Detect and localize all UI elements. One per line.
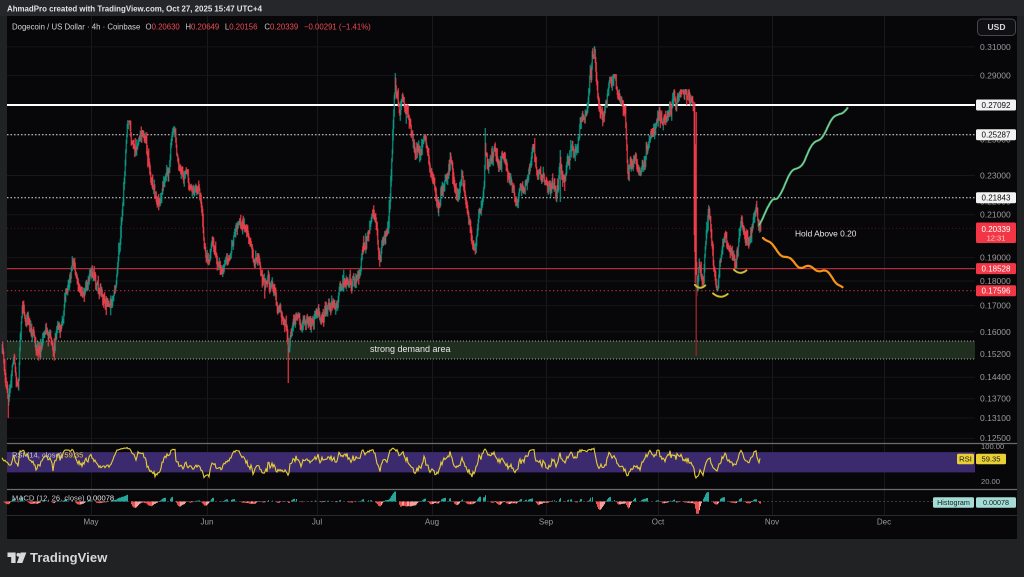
- svg-text:0.27092: 0.27092: [982, 101, 1011, 110]
- svg-text:0.00078: 0.00078: [983, 498, 1009, 507]
- svg-text:USD: USD: [988, 22, 1006, 32]
- svg-text:0.15200: 0.15200: [980, 349, 1011, 359]
- svg-text:O0.20630: O0.20630: [146, 23, 181, 32]
- svg-text:Hold Above 0.20: Hold Above 0.20: [795, 229, 857, 239]
- svg-text:MACD (12, 26, close) 0.00078: MACD (12, 26, close) 0.00078: [12, 494, 114, 503]
- svg-text:RSI: RSI: [959, 455, 972, 464]
- svg-text:Histogram: Histogram: [937, 498, 970, 507]
- svg-text:0.13700: 0.13700: [980, 394, 1011, 404]
- svg-text:Jul: Jul: [312, 518, 322, 527]
- svg-text:Dec: Dec: [877, 518, 891, 527]
- svg-text:20.00: 20.00: [981, 477, 1000, 486]
- svg-text:0.14400: 0.14400: [980, 372, 1011, 382]
- svg-text:59.35: 59.35: [981, 455, 1000, 464]
- svg-text:12:31: 12:31: [987, 234, 1006, 243]
- svg-text:0.21843: 0.21843: [982, 194, 1011, 203]
- svg-text:L0.20156: L0.20156: [225, 23, 258, 32]
- svg-text:0.18528: 0.18528: [982, 265, 1011, 274]
- svg-text:strong demand area: strong demand area: [370, 344, 451, 354]
- svg-text:AhmadPro created with TradingV: AhmadPro created with TradingView.com, O…: [7, 5, 263, 14]
- svg-text:May: May: [83, 518, 98, 527]
- svg-text:0.25287: 0.25287: [982, 131, 1011, 140]
- svg-text:Oct: Oct: [652, 518, 665, 527]
- svg-text:0.18000: 0.18000: [980, 276, 1011, 286]
- svg-text:Jun: Jun: [201, 518, 214, 527]
- svg-text:Dogecoin / US Dollar · 4h · Co: Dogecoin / US Dollar · 4h · Coinbase: [12, 23, 140, 32]
- svg-text:Nov: Nov: [765, 518, 779, 527]
- svg-text:0.13100: 0.13100: [980, 413, 1011, 423]
- svg-text:0.29000: 0.29000: [980, 71, 1011, 81]
- svg-text:RSI (14, close) 59.35: RSI (14, close) 59.35: [12, 451, 83, 460]
- svg-text:0.19000: 0.19000: [980, 253, 1011, 263]
- svg-text:C0.20339: C0.20339: [264, 23, 298, 32]
- svg-text:0.16000: 0.16000: [980, 327, 1011, 337]
- svg-text:0.17000: 0.17000: [980, 301, 1011, 311]
- svg-text:0.17596: 0.17596: [982, 287, 1011, 296]
- svg-text:0.31000: 0.31000: [980, 42, 1011, 52]
- svg-text:0.21000: 0.21000: [980, 210, 1011, 220]
- svg-text:0.23000: 0.23000: [980, 171, 1011, 181]
- svg-text:Sep: Sep: [539, 518, 554, 527]
- svg-text:Aug: Aug: [425, 518, 439, 527]
- svg-text:H0.20649: H0.20649: [185, 23, 219, 32]
- svg-text:−0.00291 (−1.41%): −0.00291 (−1.41%): [304, 23, 371, 32]
- svg-text:TradingView: TradingView: [30, 550, 108, 565]
- svg-text:100.00: 100.00: [981, 442, 1004, 451]
